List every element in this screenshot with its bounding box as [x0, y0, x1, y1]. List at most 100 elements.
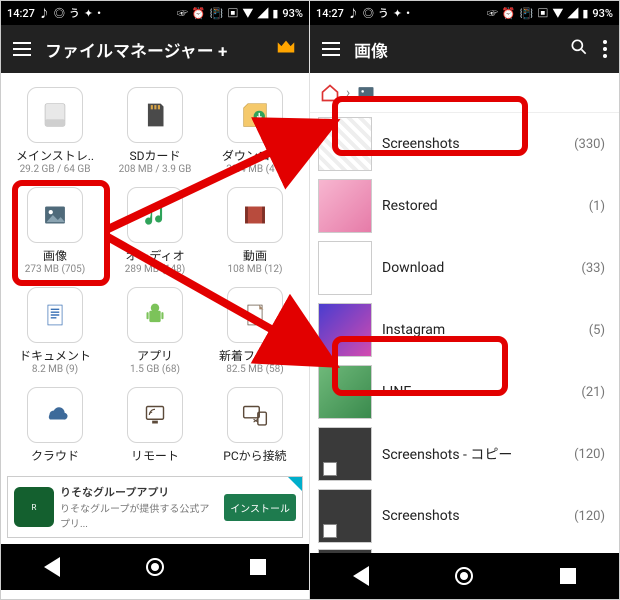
status-icon: ✦ [393, 7, 402, 20]
nav-home-icon[interactable] [455, 567, 473, 585]
nav-bar [1, 544, 309, 590]
tile-pc-connect[interactable]: PCから接続 [207, 387, 303, 464]
signal-icon: ◢ [567, 5, 578, 21]
tile-apps[interactable]: アプリ 1.5 GB (68) [107, 287, 203, 375]
tile-main-storage[interactable]: メインストレ.. 29.2 GB / 64 GB [7, 87, 103, 175]
folder-row[interactable]: LINE (21) [310, 361, 619, 423]
folder-name: Screenshots [382, 508, 564, 524]
battery-percent: 93% [282, 7, 303, 20]
tile-sd-card[interactable]: SDカード 208 MB / 3.9 GB [107, 87, 203, 175]
crown-icon[interactable] [275, 36, 297, 62]
alarm-icon: ⏰ [192, 7, 206, 20]
app-bar: 画像 [310, 25, 619, 73]
folder-row[interactable]: Screenshots (330) [310, 113, 619, 175]
tile-recent[interactable]: 新着ファイル 82.5 MB (58) [207, 287, 303, 375]
download-icon [227, 87, 283, 143]
vibrate-icon: 📳 [210, 7, 224, 20]
nav-back-icon[interactable] [44, 557, 60, 577]
tile-label: ドキュメント [19, 347, 91, 364]
vibrate-icon: 📳 [520, 7, 534, 20]
status-bar: 14:27 ♪ ◎ う ✦ • ☞ ⏰ 📳 ▣ ▼ ◢ ▮ 93% [310, 1, 619, 25]
folder-row[interactable]: Restored (1) [310, 175, 619, 237]
video-icon [227, 187, 283, 243]
status-icon: ☞ [177, 5, 188, 21]
tile-sub: 29.4 MB (41) [226, 164, 284, 175]
app-title: 画像 [354, 37, 555, 62]
storage-grid: メインストレ.. 29.2 GB / 64 GB SDカード 208 MB / … [1, 73, 309, 470]
document-icon [27, 287, 83, 343]
folder-thumb-icon [318, 303, 372, 357]
tile-downloads[interactable]: ダウンロー.. 29.4 MB (41) [207, 87, 303, 175]
tile-sub: 273 MB (705) [25, 264, 86, 275]
app-title: ファイルマネージャー + [45, 37, 261, 62]
folder-count: (33) [581, 261, 605, 276]
status-icon: • [97, 7, 101, 20]
ad-banner[interactable]: R りそなグループアプリ りそなグループが提供する公式アプリ... インストール [7, 476, 303, 538]
alarm-icon: ⏰ [502, 7, 516, 20]
menu-icon[interactable] [13, 42, 31, 56]
tile-remote[interactable]: リモート [107, 387, 203, 464]
status-icon: • [406, 7, 410, 20]
menu-icon[interactable] [322, 42, 340, 56]
left-phone: 14:27 ♪ ◎ う ✦ • ☞ ⏰ 📳 ▣ ▼ ◢ ▮ 93% ファイルマネ… [1, 1, 310, 599]
battery-icon: ▮ [272, 7, 278, 20]
folder-count: (120) [574, 509, 605, 524]
ad-thumb-icon: R [14, 487, 54, 527]
tile-sub: 29.2 GB / 64 GB [20, 164, 91, 175]
tile-label: SDカード [129, 147, 180, 164]
tile-images[interactable]: 画像 273 MB (705) [7, 187, 103, 275]
breadcrumb[interactable]: › [310, 73, 619, 113]
folder-count: (120) [574, 447, 605, 462]
tile-documents[interactable]: ドキュメント 8.2 MB (9) [7, 287, 103, 375]
tile-label: オーディオ [125, 247, 184, 264]
folder-row[interactable]: Screenshots (120) [310, 485, 619, 547]
folder-row[interactable]: Instagram (5) [310, 299, 619, 361]
app-bar: ファイルマネージャー + [1, 25, 309, 73]
tile-sub: 208 MB / 3.9 GB [119, 164, 192, 175]
right-phone: 14:27 ♪ ◎ う ✦ • ☞ ⏰ 📳 ▣ ▼ ◢ ▮ 93% 画像 [310, 1, 619, 599]
folder-name: Screenshots [382, 136, 564, 152]
folder-name: Restored [382, 198, 579, 214]
tile-label: ダウンロー.. [222, 147, 288, 164]
tile-sub: 1.5 GB (68) [130, 364, 180, 375]
status-time: 14:27 [7, 7, 35, 20]
nav-recent-icon[interactable] [560, 568, 576, 584]
cloud-icon [27, 387, 83, 443]
internal-storage-icon [27, 87, 83, 143]
tile-sub: 289 MB (148) [125, 264, 186, 275]
folder-count: (5) [589, 323, 605, 338]
more-icon[interactable] [603, 40, 607, 58]
battery-percent: 93% [592, 7, 613, 20]
folder-row[interactable]: Screenshots - コピー (120) [310, 423, 619, 485]
nav-recent-icon[interactable] [250, 559, 266, 575]
folder-name: Download [382, 260, 571, 276]
folder-count: (21) [581, 385, 605, 400]
nav-bar [310, 553, 619, 599]
nav-home-icon[interactable] [146, 558, 164, 576]
status-icon: う [378, 5, 389, 21]
status-icon: ♪ [348, 5, 359, 21]
folder-row[interactable]: Download (33) [310, 237, 619, 299]
tile-audio[interactable]: オーディオ 289 MB (148) [107, 187, 203, 275]
status-time: 14:27 [316, 7, 344, 20]
image-icon [356, 83, 376, 103]
status-icon: ▣ [227, 5, 238, 21]
tile-label: PCから接続 [223, 447, 286, 464]
ad-install-button[interactable]: インストール [224, 494, 296, 521]
tile-video[interactable]: 動画 108 MB (12) [207, 187, 303, 275]
tile-label: 新着ファイル [219, 347, 291, 364]
folder-name: Screenshots - コピー [382, 444, 564, 464]
folder-list: Screenshots (330) Restored (1) Download … [310, 113, 619, 553]
pc-connect-icon [227, 387, 283, 443]
battery-icon: ▮ [582, 7, 588, 20]
status-icon: ◎ [54, 5, 65, 21]
tile-cloud[interactable]: クラウド [7, 387, 103, 464]
android-icon [127, 287, 183, 343]
signal-icon: ◢ [257, 5, 268, 21]
folder-thumb-icon [318, 179, 372, 233]
tile-sub: 8.2 MB (9) [32, 364, 78, 375]
folder-name: LINE [382, 384, 571, 400]
search-icon[interactable] [569, 37, 589, 61]
nav-back-icon[interactable] [353, 566, 369, 586]
folder-thumb-icon [318, 241, 372, 295]
